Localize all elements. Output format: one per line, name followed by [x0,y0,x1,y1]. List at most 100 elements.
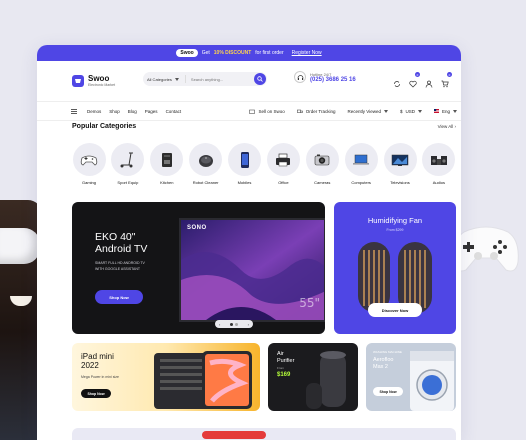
washing-machine-card[interactable]: WASHING MACHINE Aerofloo Max 2 Shop Now [366,343,456,411]
currency-symbol: $ [399,108,403,114]
register-link[interactable]: Register Now [292,50,322,56]
category-cameras[interactable]: Cameras [305,143,339,185]
ipad-shop-now-button[interactable]: Shop Now [81,389,111,398]
view-all-link[interactable]: View All › [438,124,456,129]
category-audios[interactable]: Audios [422,143,456,185]
category-select[interactable]: All Categories [143,75,186,83]
ipad-title: iPad mini 2022 [81,352,114,370]
order-tracking-label: Order Tracking [305,108,336,114]
heart-icon [409,80,417,88]
category-list: Gaming Sport Equip Kitchen Robot Cleaner… [72,143,456,185]
nav-item-contact[interactable]: Contact [166,109,182,114]
category-label: Sport Equip [117,180,139,185]
air-price-label: From [277,366,284,370]
search-button[interactable] [254,73,266,85]
hero-shop-now-button[interactable]: Shop Now [95,290,143,304]
category-label: Televisions [390,180,410,185]
arctic-title-line1: Aerofloo [373,357,394,363]
ipad-promo-card[interactable]: iPad mini 2022 Mega Power in mini size S… [72,343,260,411]
recently-viewed-label: Recently Viewed [347,108,381,114]
hotline-number[interactable]: (025) 3686 25 16 [310,77,356,83]
nav-item-demos[interactable]: Demos [87,109,101,114]
ipad-image [154,351,252,409]
order-tracking-link[interactable]: Order Tracking [296,108,336,114]
ipad-subtitle: Mega Power in mini size [81,375,119,379]
category-label: Robot Cleaner [192,180,219,185]
language-label: Eng [441,108,450,114]
category-robot-cleaner[interactable]: Robot Cleaner [189,143,223,185]
category-label: Computers [351,180,371,185]
categories-header: Popular Categories View All › [72,123,456,130]
hero-pager: ‹ › [215,320,253,328]
tv-size-label: 55" [299,296,320,310]
brand[interactable]: Swoo Electronic Market [88,74,115,88]
category-sport-equip[interactable]: Sport Equip [111,143,145,185]
washing-machine-image [410,351,454,411]
coffee-machine-icon [161,152,172,167]
hero-subtitle-line2: WITH GOOGLE ASSISTANT [95,266,141,271]
account-button[interactable] [425,75,433,88]
category-mobiles[interactable]: Mobiles [228,143,262,185]
air-title-line1: Air [277,351,284,357]
sell-link-label: Sell on Swoo [258,108,285,114]
air-title: Air Purifier [277,351,294,364]
browser-window: Swoo Get 10% DISCOUNT for first order Re… [37,45,461,440]
promo-badge: Swoo [176,49,198,57]
chevron-down-icon [383,109,388,113]
camera-icon [314,154,330,165]
fan-banner: Humidifying Fan From $299 Discover Now [334,202,456,334]
prev-arrow[interactable]: ‹ [219,322,220,327]
laptop-icon [353,154,370,165]
recently-viewed-dropdown[interactable]: Recently Viewed [348,109,388,114]
category-computers[interactable]: Computers [344,143,378,185]
hero-title-line1: EKO 40" [95,231,136,243]
category-kitchen[interactable]: Kitchen [150,143,184,185]
hero-subtitle: SMART FULL HD ANDROID TV WITH GOOGLE ASS… [95,261,155,272]
promo-highlight: 10% DISCOUNT [213,50,252,56]
category-gaming[interactable]: Gaming [72,143,106,185]
ipad-title-line2: 2022 [81,361,99,371]
vr-person-photo [0,200,42,440]
refresh-icon [394,81,400,87]
cart-count: 0 [447,72,452,77]
discover-now-button[interactable]: Discover Now [368,303,422,317]
promo-text-post: for first order [255,50,284,56]
speaker-icon [430,155,447,165]
wishlist-button[interactable]: 0 [409,72,420,88]
chevron-down-icon [174,77,179,81]
hero-title-line2: Android TV [95,243,148,256]
gamepad-icon [80,155,98,165]
robot-cleaner-icon [198,154,213,167]
air-purifier-card[interactable]: Air Purifier From $169 [268,343,358,411]
tv-brand-label: SONO [187,225,207,231]
arctic-title-line2: Max 2 [373,363,388,370]
nav-item-blog[interactable]: Blog [128,109,137,114]
ipad-title-line1: iPad mini [81,352,114,361]
site-header: Swoo Electronic Market All Categories Ho… [37,61,461,101]
nav-item-pages[interactable]: Pages [145,109,158,114]
currency-select[interactable]: $ USD [400,109,422,114]
wishlist-count: 0 [415,72,420,77]
arctic-shop-now-button[interactable]: Shop Now [373,387,403,396]
next-arrow[interactable]: › [248,322,249,327]
sell-link[interactable]: Sell on Swoo [249,108,285,114]
smartphone-icon [240,151,249,168]
category-televisions[interactable]: Televisions [383,143,417,185]
category-office[interactable]: Office [266,143,300,185]
logo-icon[interactable] [72,75,84,87]
hero-title: EKO 40" Android TV [95,231,147,255]
language-select[interactable]: Eng [433,108,457,114]
search-input[interactable] [185,76,254,82]
headset-icon [294,71,306,83]
cart-button[interactable]: 0 [441,72,452,88]
compare-button[interactable] [393,75,401,87]
next-section-strip [72,428,456,440]
tv-image: SONO 55" [179,218,325,322]
menu-icon[interactable] [71,108,77,114]
nav-item-shop[interactable]: Shop [109,109,120,114]
air-purifier-image [306,351,346,409]
pager-dots[interactable] [230,322,238,326]
air-price: $169 [277,372,291,378]
main-nav: Demos Shop Blog Pages Contact Sell on Sw… [37,101,461,121]
arctic-caption: WASHING MACHINE [373,350,402,354]
